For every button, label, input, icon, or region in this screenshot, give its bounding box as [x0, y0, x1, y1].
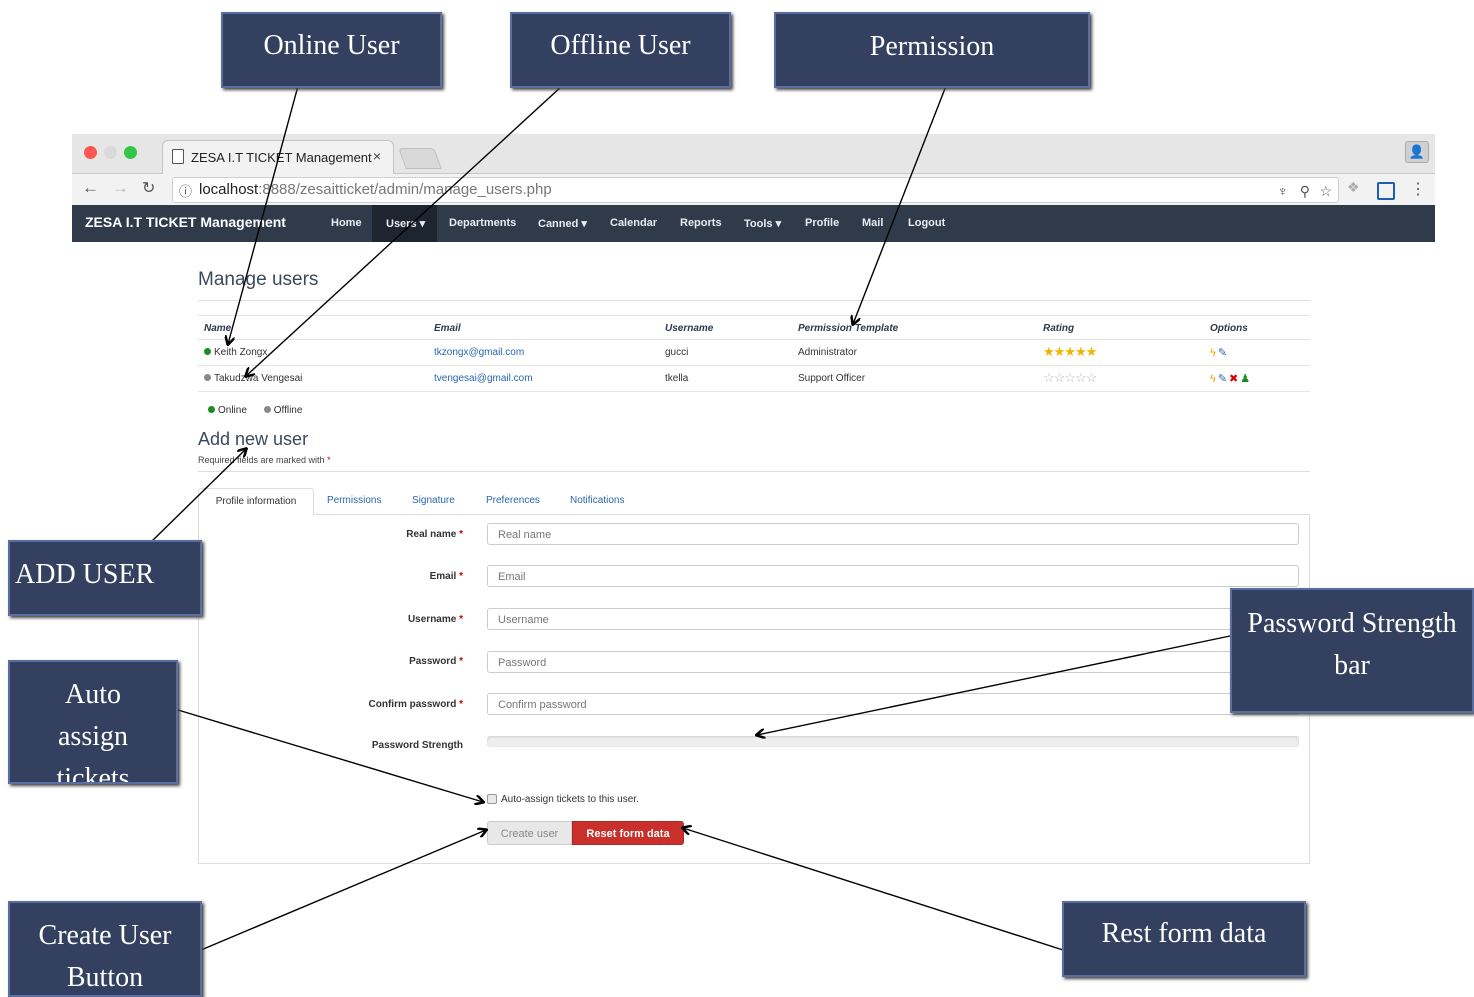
annotation-password-strength: Password Strength bar [1230, 588, 1474, 713]
annotation-arrows [149, 85, 1231, 951]
annotation-create-user: Create User Button [8, 901, 202, 997]
annotation-online-user: Online User [221, 12, 442, 88]
offline-user-arrow [246, 85, 563, 376]
annotation-offline-user: Offline User [510, 12, 731, 88]
auto-assign-arrow [177, 709, 483, 802]
password-strength-arrow [757, 635, 1231, 735]
annotation-permission: Permission [774, 12, 1090, 88]
add-user-arrow [149, 449, 246, 544]
annotation-auto-assign: Auto assign tickets [8, 660, 178, 784]
create-user-arrow [200, 830, 486, 951]
online-user-arrow [228, 85, 299, 344]
permission-arrow [853, 85, 947, 324]
reset-form-arrow [683, 828, 1064, 951]
annotation-reset-form: Rest form data [1062, 901, 1306, 977]
annotation-add-user: ADD USER [8, 540, 202, 616]
